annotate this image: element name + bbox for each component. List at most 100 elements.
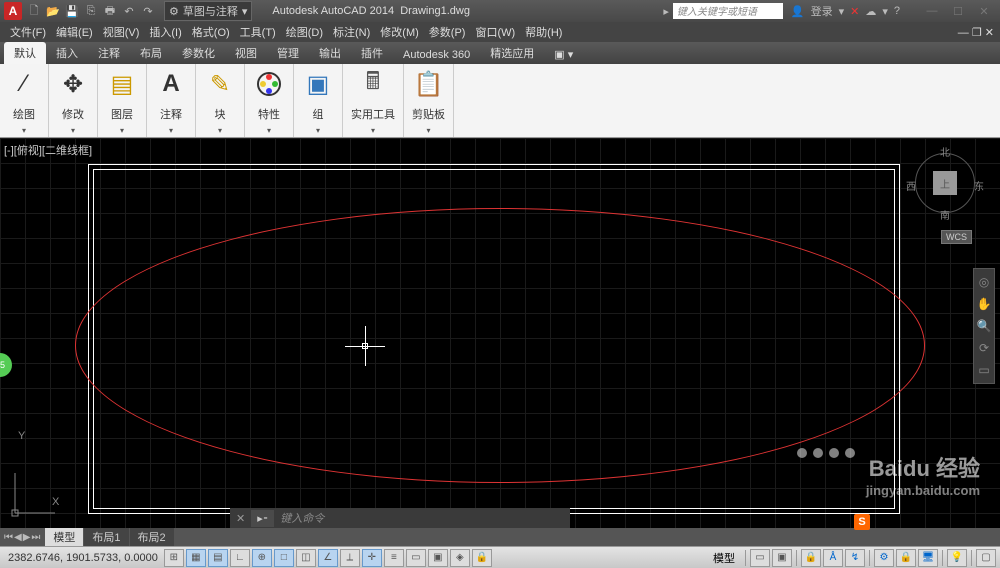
dyn-toggle[interactable]: ✛: [362, 549, 382, 567]
tab-last-icon[interactable]: ⏭: [31, 532, 40, 543]
tab-layout[interactable]: 布局: [130, 42, 172, 64]
drawing-area[interactable]: [-][俯视][二维线框] Y X 上 北 南 东 西 WCS ◎ ✋ 🔍 ⟳ …: [0, 138, 1000, 528]
am-toggle[interactable]: 🔒: [472, 549, 492, 567]
search-chevron-icon[interactable]: ▸: [663, 5, 669, 18]
qp-toggle[interactable]: ▣: [428, 549, 448, 567]
maximize-button[interactable]: ☐: [946, 3, 970, 19]
3dosnap-toggle[interactable]: ◫: [296, 549, 316, 567]
ucs-icon[interactable]: Y X: [10, 468, 60, 518]
menu-view[interactable]: 视图(V): [99, 22, 144, 42]
menu-help[interactable]: 帮助(H): [521, 22, 566, 42]
zoom-icon[interactable]: 🔍: [977, 319, 992, 333]
cleanscreen-icon[interactable]: ▢: [976, 549, 996, 567]
group-icon[interactable]: ▣: [302, 68, 334, 100]
wcs-button[interactable]: WCS: [941, 230, 972, 244]
tab-next-icon[interactable]: ▶: [23, 532, 31, 543]
close-button[interactable]: ✕: [972, 3, 996, 19]
isolate-icon[interactable]: 💡: [947, 549, 967, 567]
quickview-layouts-icon[interactable]: ▭: [750, 549, 770, 567]
tab-output[interactable]: 输出: [309, 42, 351, 64]
person-icon[interactable]: 👤: [791, 5, 805, 18]
menu-window[interactable]: 窗口(W): [471, 22, 519, 42]
panel-dropdown[interactable]: ▾: [316, 126, 320, 135]
lock-ui-icon[interactable]: 🔒: [896, 549, 916, 567]
undo-icon[interactable]: ↶: [121, 3, 137, 19]
workspace-dropdown[interactable]: ⚙ 草图与注释 ▾: [164, 1, 252, 21]
showmotion-icon[interactable]: ▭: [978, 363, 989, 377]
tab-layout1[interactable]: 布局1: [84, 528, 128, 546]
doc-restore-button[interactable]: ❐: [972, 27, 982, 39]
menu-parametric[interactable]: 参数(P): [425, 22, 470, 42]
block-icon[interactable]: ✎: [204, 68, 236, 100]
save-icon[interactable]: 💾: [64, 3, 80, 19]
quickview-drawings-icon[interactable]: ▣: [772, 549, 792, 567]
panel-dropdown[interactable]: ▾: [267, 126, 271, 135]
cloud-icon[interactable]: ☁: [865, 5, 876, 18]
pan-icon[interactable]: ✋: [977, 297, 992, 311]
layers-icon[interactable]: ▤: [106, 68, 138, 100]
osnap-toggle[interactable]: □: [274, 549, 294, 567]
panel-dropdown[interactable]: ▾: [371, 126, 375, 135]
tab-view[interactable]: 视图: [225, 42, 267, 64]
menu-insert[interactable]: 插入(I): [145, 22, 185, 42]
menu-dimension[interactable]: 标注(N): [329, 22, 374, 42]
model-button[interactable]: 模型: [707, 550, 741, 566]
panel-dropdown[interactable]: ▾: [169, 126, 173, 135]
ime-sogou-icon[interactable]: S: [854, 514, 870, 530]
chevron-down-icon[interactable]: ▾: [839, 5, 845, 18]
tpy-toggle[interactable]: ▭: [406, 549, 426, 567]
tab-layout2[interactable]: 布局2: [130, 528, 174, 546]
tab-expand[interactable]: ▣ ▾: [544, 45, 583, 64]
annotation-icon[interactable]: Å: [823, 549, 843, 567]
tab-prev-icon[interactable]: ◀: [14, 532, 22, 543]
polar-toggle[interactable]: ⊕: [252, 549, 272, 567]
coordinates[interactable]: 2382.6746, 1901.5733, 0.0000: [4, 552, 162, 564]
app-logo[interactable]: A: [4, 2, 22, 20]
sc-toggle[interactable]: ◈: [450, 549, 470, 567]
color-wheel-icon[interactable]: [253, 68, 285, 100]
menu-modify[interactable]: 修改(M): [376, 22, 423, 42]
minimize-button[interactable]: —: [920, 3, 944, 19]
menu-edit[interactable]: 编辑(E): [52, 22, 97, 42]
otrack-toggle[interactable]: ∠: [318, 549, 338, 567]
help-icon[interactable]: ?: [894, 5, 900, 17]
hardware-accel-icon[interactable]: 🖥: [918, 549, 938, 567]
tab-model[interactable]: 模型: [45, 528, 83, 546]
lwt-toggle[interactable]: ≡: [384, 549, 404, 567]
tab-manage[interactable]: 管理: [267, 42, 309, 64]
saveas-icon[interactable]: ⎘: [83, 3, 99, 19]
infer-toggle[interactable]: ⊞: [164, 549, 184, 567]
panel-dropdown[interactable]: ▾: [71, 126, 75, 135]
wheel-icon[interactable]: ◎: [979, 275, 989, 289]
text-icon[interactable]: A: [155, 68, 187, 100]
doc-close-button[interactable]: ✕: [985, 27, 994, 39]
command-line[interactable]: ✕ ▸⁃ 键入命令: [230, 508, 570, 528]
print-icon[interactable]: 🖶: [102, 3, 118, 19]
tab-featured[interactable]: 精选应用: [480, 42, 544, 64]
ellipse-entity[interactable]: [75, 208, 925, 483]
tab-first-icon[interactable]: ⏮: [4, 532, 13, 543]
tab-home[interactable]: 默认: [4, 42, 46, 64]
new-icon[interactable]: 🗋: [26, 3, 42, 19]
menu-format[interactable]: 格式(O): [188, 22, 234, 42]
panel-dropdown[interactable]: ▾: [120, 126, 124, 135]
cmdline-close-icon[interactable]: ✕: [230, 512, 251, 525]
snap-toggle[interactable]: ▦: [186, 549, 206, 567]
annotation-vis-icon[interactable]: ↯: [845, 549, 865, 567]
orbit-icon[interactable]: ⟳: [979, 341, 989, 355]
redo-icon[interactable]: ↷: [140, 3, 156, 19]
modify-icon[interactable]: ✥: [57, 68, 89, 100]
doc-minimize-button[interactable]: —: [958, 27, 969, 39]
clipboard-icon[interactable]: 📋: [413, 68, 445, 100]
tab-plugins[interactable]: 插件: [351, 42, 393, 64]
line-icon[interactable]: ∕: [8, 68, 40, 100]
panel-dropdown[interactable]: ▾: [22, 126, 26, 135]
search-input[interactable]: 键入关键字或短语: [673, 3, 783, 19]
workspace-switch-icon[interactable]: ⚙: [874, 549, 894, 567]
cmdline-input[interactable]: 键入命令: [274, 510, 330, 526]
tab-parametric[interactable]: 参数化: [172, 42, 225, 64]
menu-file[interactable]: 文件(F): [6, 22, 50, 42]
viewcube[interactable]: 上 北 南 东 西: [910, 148, 980, 218]
login-button[interactable]: 登录: [811, 3, 833, 19]
tab-insert[interactable]: 插入: [46, 42, 88, 64]
